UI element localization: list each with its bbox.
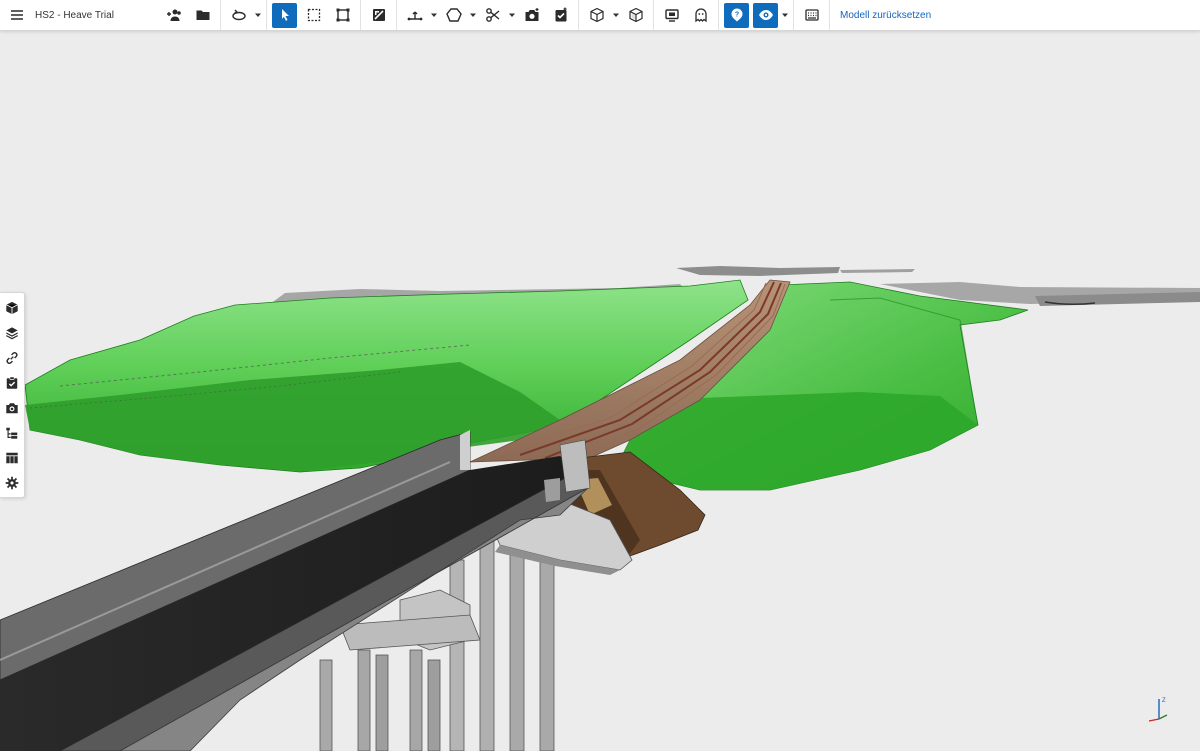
toolbar-divider [829, 0, 830, 30]
3d-viewport[interactable] [0, 30, 1200, 751]
toolbar-divider [653, 0, 654, 30]
reset-model-link[interactable]: Modell zurücksetzen [840, 10, 931, 21]
measure-dropdown-chevron-down-icon[interactable] [429, 3, 439, 28]
bridge-deck [0, 430, 591, 751]
model-tools [582, 0, 650, 30]
scissors-dropdown-chevron-down-icon[interactable] [507, 3, 517, 28]
task-check-icon[interactable] [1, 370, 23, 395]
display-tools: ? [722, 0, 790, 30]
box-select-icon[interactable] [301, 3, 326, 28]
left-side-toolbar [0, 292, 25, 498]
folder-icon[interactable] [190, 3, 215, 28]
toolbar-divider [396, 0, 397, 30]
clipboard-check-icon[interactable] [548, 3, 573, 28]
toolbar-divider [578, 0, 579, 30]
axis-z-label: Z [1162, 698, 1166, 704]
selection-section [270, 0, 357, 30]
toolbar-divider [266, 0, 267, 30]
cube-filled-icon[interactable] [1, 295, 23, 320]
link-icon[interactable] [1, 345, 23, 370]
svg-text:?: ? [734, 12, 738, 19]
navigation-section [224, 0, 263, 30]
toolbar-divider [360, 0, 361, 30]
eye-dropdown-chevron-down-icon[interactable] [780, 3, 790, 28]
cube-icon[interactable] [623, 3, 648, 28]
top-toolbar: HS2 - Heave Trial ? Modell zurücksetzen [0, 0, 1200, 31]
measure-tools [400, 0, 575, 30]
toolbar-divider [718, 0, 719, 30]
cube-outline-icon[interactable] [584, 3, 609, 28]
help-bubble-icon[interactable]: ? [724, 2, 749, 28]
measure-icon[interactable] [402, 3, 427, 28]
table-icon[interactable] [1, 445, 23, 470]
toolbar-divider [793, 0, 794, 30]
project-section: HS2 - Heave Trial [0, 0, 217, 30]
layers-icon[interactable] [1, 320, 23, 345]
camera-icon[interactable] [1, 395, 23, 420]
toolbar-divider [220, 0, 221, 30]
screen-share-icon[interactable] [659, 3, 684, 28]
axis-gizmo: Z [1143, 693, 1171, 723]
add-snapshot-icon[interactable] [519, 3, 544, 28]
project-title: HS2 - Heave Trial [35, 9, 114, 21]
menu-icon[interactable] [4, 3, 29, 28]
settings-gear-icon[interactable] [1, 470, 23, 495]
orbit-dropdown-chevron-down-icon[interactable] [253, 3, 263, 28]
add-users-icon[interactable] [161, 3, 186, 28]
section-tools [364, 0, 393, 30]
polygon-icon[interactable] [441, 3, 466, 28]
ghost-icon[interactable] [688, 3, 713, 28]
view-tools [657, 0, 715, 30]
ruler-icon[interactable] [799, 3, 824, 28]
orbit-icon[interactable] [226, 3, 251, 28]
select-arrow-icon[interactable] [272, 2, 297, 28]
eye-icon[interactable] [753, 2, 778, 28]
extra-tools [797, 0, 826, 30]
polygon-dropdown-chevron-down-icon[interactable] [468, 3, 478, 28]
region-select-icon[interactable] [330, 3, 355, 28]
tree-list-icon[interactable] [1, 420, 23, 445]
cube-dropdown-chevron-down-icon[interactable] [611, 3, 621, 28]
scissors-icon[interactable] [480, 3, 505, 28]
section-plane-icon[interactable] [366, 3, 391, 28]
model-scene [0, 266, 1200, 751]
